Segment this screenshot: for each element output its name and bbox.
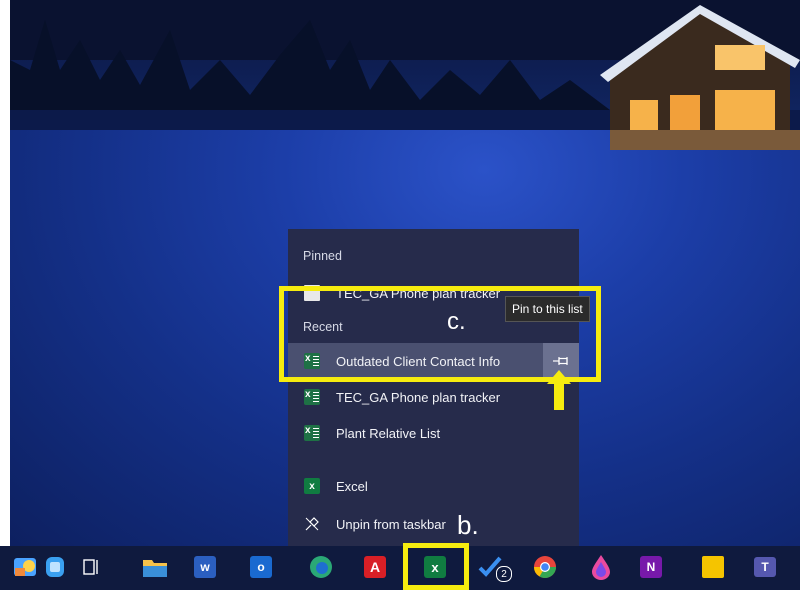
task-view-icon[interactable] <box>78 554 104 580</box>
task-label: Excel <box>336 478 368 494</box>
outlook-icon[interactable]: o <box>248 554 274 580</box>
task-open-excel[interactable]: x Excel <box>288 468 579 504</box>
excel-file-icon <box>304 389 320 405</box>
edge-icon[interactable] <box>308 554 334 580</box>
todo-icon[interactable]: 2 <box>478 554 512 582</box>
highlight-box-c <box>279 286 601 382</box>
recent-item-label: TEC_GA Phone plan tracker <box>336 389 501 405</box>
highlight-box-b <box>403 543 469 590</box>
annotation-b: b. <box>457 510 479 540</box>
chrome-icon[interactable] <box>532 554 558 580</box>
recent-item-tec-ga-phone-plan-tracker[interactable]: TEC_GA Phone plan tracker <box>288 379 579 415</box>
paint-3d-icon[interactable] <box>42 554 68 580</box>
word-icon[interactable]: w <box>192 554 218 580</box>
recent-item-plant-relative-list[interactable]: Plant Relative List <box>288 415 579 451</box>
excel-file-icon <box>304 425 320 441</box>
paint-drop-icon[interactable] <box>588 554 614 580</box>
pinned-header: Pinned <box>303 249 342 263</box>
excel-jump-list: Pinned TEC_GA Phone plan tracker Recent … <box>288 229 579 546</box>
task-label: Unpin from taskbar <box>336 516 446 532</box>
arrow-up-icon <box>547 370 571 410</box>
teams-icon[interactable]: T <box>752 554 778 580</box>
unpin-icon <box>305 517 319 531</box>
acrobat-icon[interactable]: A <box>362 554 388 580</box>
taskbar: w o A x 2 N T <box>0 546 800 590</box>
todo-badge: 2 <box>496 566 512 582</box>
excel-icon: x <box>304 478 320 494</box>
sticky-notes-icon[interactable] <box>700 554 726 580</box>
cabin-image <box>600 5 800 150</box>
task-unpin-from-taskbar[interactable]: Unpin from taskbar <box>288 506 579 542</box>
onenote-icon[interactable]: N <box>638 554 664 580</box>
ms-paint-icon[interactable] <box>12 554 38 580</box>
recent-item-label: Plant Relative List <box>336 425 441 441</box>
file-explorer-icon[interactable] <box>142 554 168 580</box>
annotation-c: c. <box>447 308 466 335</box>
